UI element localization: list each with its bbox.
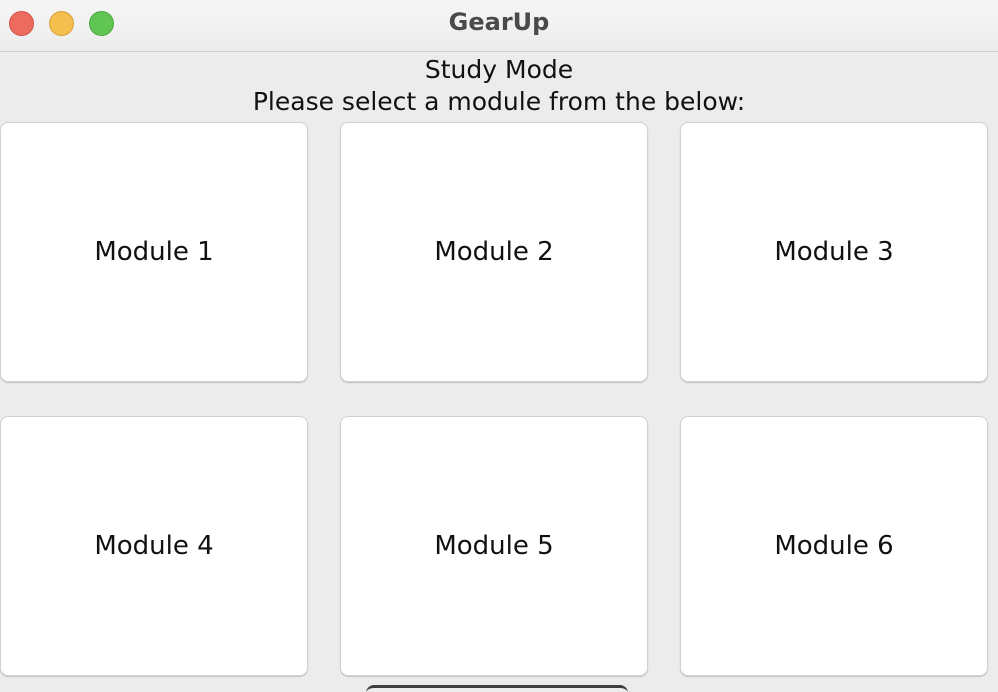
module-grid: Module 1 Module 2 Module 3 Module 4 Modu… xyxy=(0,122,998,692)
window-title: GearUp xyxy=(448,8,550,36)
app-window: GearUp Study Mode Please select a module… xyxy=(0,0,998,692)
module-5-button[interactable]: Module 5 xyxy=(340,416,648,676)
partially-visible-footer-glyphs xyxy=(366,685,628,692)
module-4-button[interactable]: Module 4 xyxy=(0,416,308,676)
module-2-button[interactable]: Module 2 xyxy=(340,122,648,382)
module-1-button[interactable]: Module 1 xyxy=(0,122,308,382)
title-bar: GearUp xyxy=(0,0,998,52)
page-heading: Study Mode xyxy=(424,55,574,84)
page-instructions: Please select a module from the below: xyxy=(252,87,746,116)
module-6-button[interactable]: Module 6 xyxy=(680,416,988,676)
module-3-button[interactable]: Module 3 xyxy=(680,122,988,382)
cut-off-footer-text xyxy=(0,681,998,692)
